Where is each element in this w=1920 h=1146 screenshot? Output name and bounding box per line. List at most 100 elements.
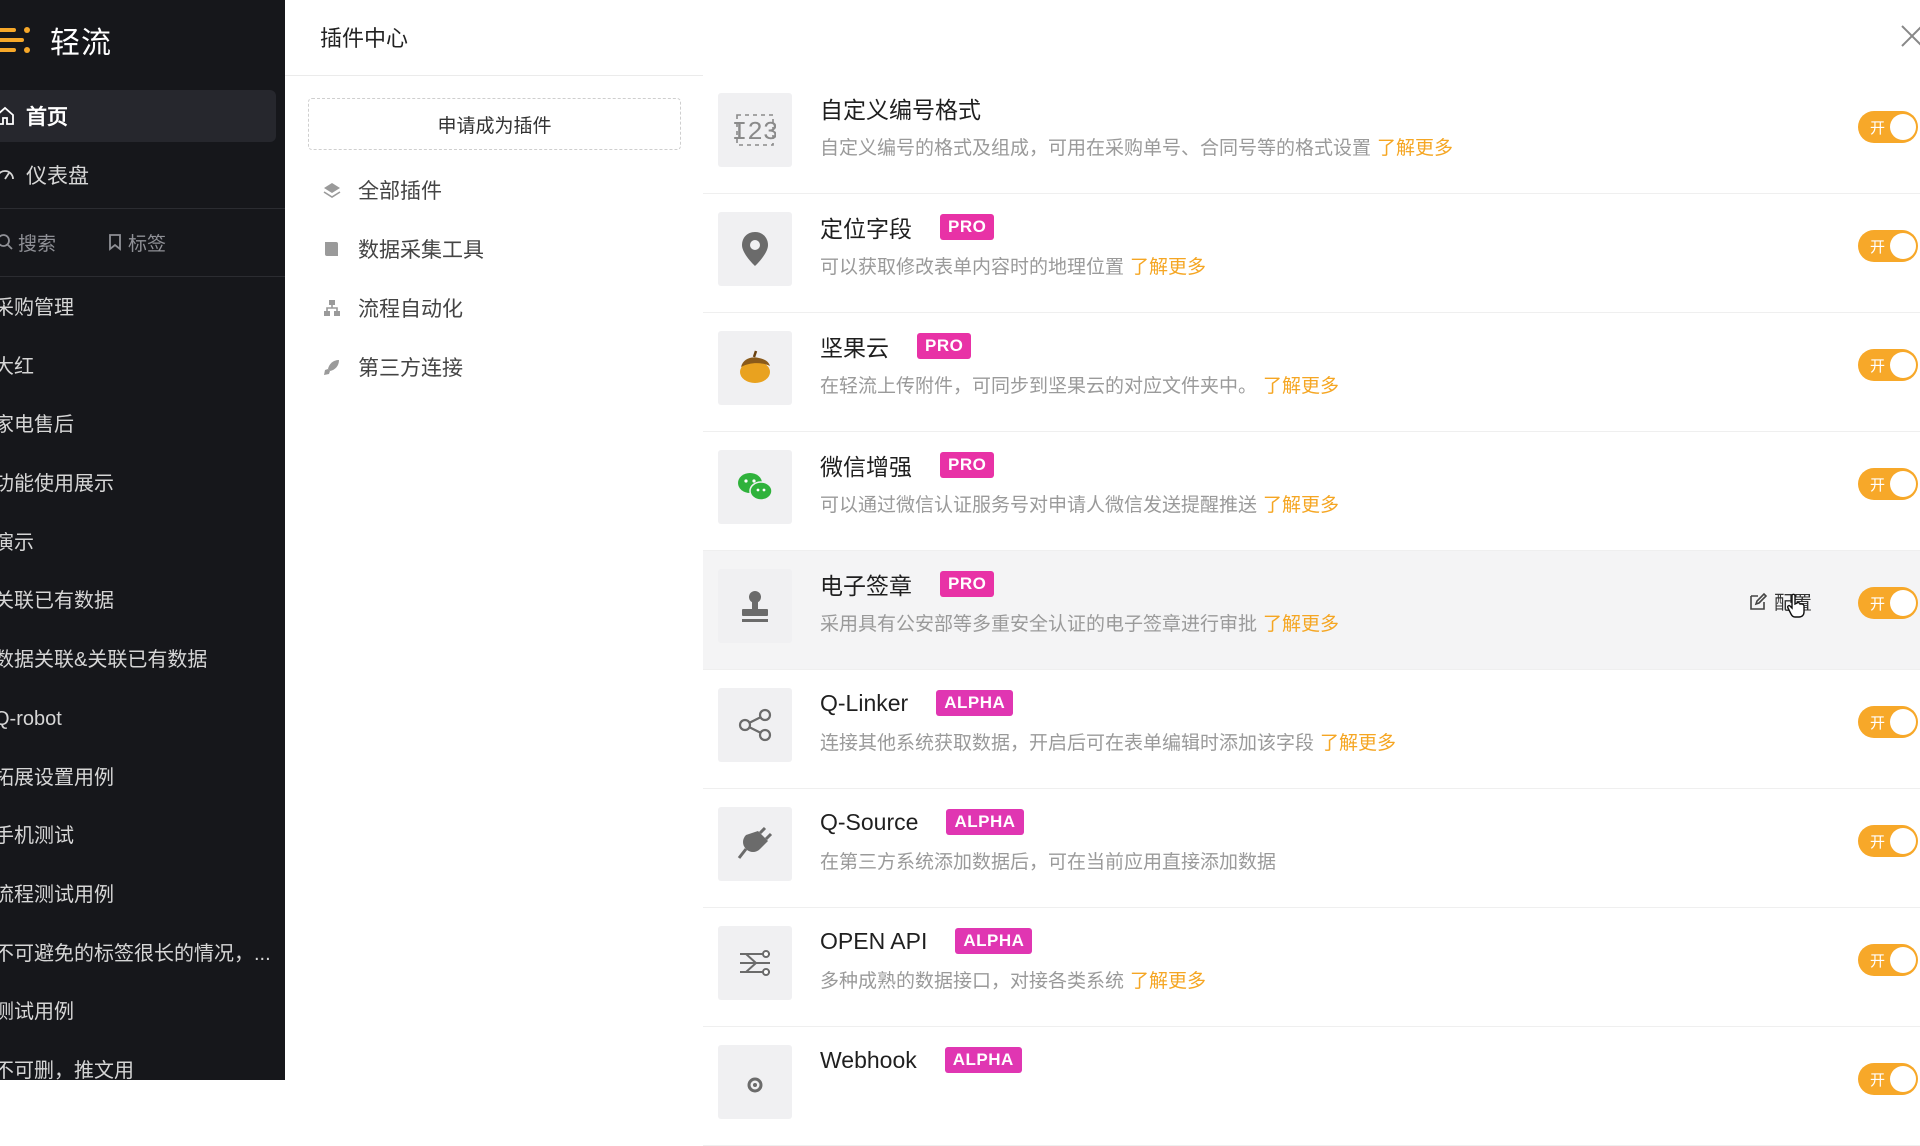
sidebar-app-item[interactable]: 不可删，推文用	[0, 1047, 275, 1080]
category-workflow-automation[interactable]: 流程自动化	[322, 288, 463, 328]
sidebar-app-item[interactable]: 手机测试	[0, 812, 275, 871]
toggle-knob	[1890, 947, 1916, 973]
plugin-row[interactable]: OPEN API ALPHA 多种成熟的数据接口，对接各类系统 了解更多 开	[703, 908, 1920, 1027]
nav-item-home[interactable]: 首页	[0, 90, 276, 142]
brand[interactable]: 轻流	[0, 14, 112, 66]
tag-tool[interactable]: 标签	[106, 229, 166, 256]
wechat-icon	[738, 473, 773, 501]
plugin-toggle[interactable]: 开	[1858, 230, 1918, 262]
plugin-toggle[interactable]: 开	[1858, 706, 1918, 738]
sidebar-app-item[interactable]: 家电售后	[0, 401, 275, 460]
plugin-title-row: Webhook ALPHA	[820, 1044, 1022, 1076]
learn-more-link[interactable]: 了解更多	[1130, 257, 1206, 278]
learn-more-link[interactable]: 了解更多	[1377, 138, 1453, 159]
sidebar: 轻流 首页 仪表盘 搜索 标签 采购管理大红家电售后功能使用展示	[0, 0, 285, 1080]
close-icon[interactable]	[1896, 20, 1920, 52]
app-list: 采购管理大红家电售后功能使用展示演示关联已有数据数据关联&关联已有数据Q-rob…	[0, 284, 285, 1080]
plugin-title-row: Q-Linker ALPHA	[820, 687, 1014, 719]
plugin-row[interactable]: 定位字段 PRO 可以获取修改表单内容时的地理位置 了解更多 开	[703, 194, 1920, 313]
category-data-collection[interactable]: 数据采集工具	[322, 229, 484, 269]
dashboard-icon	[0, 170, 14, 180]
learn-more-link[interactable]: 了解更多	[1263, 376, 1339, 397]
plugin-description: 在第三方系统添加数据后，可在当前应用直接添加数据	[820, 847, 1276, 874]
hand-cursor-icon	[1787, 593, 1805, 618]
plugin-title-row: 电子签章 PRO	[820, 568, 995, 600]
plugin-row[interactable]: I23 自定义编号格式 自定义编号的格式及组成，可用在采购单号、合同号等的格式设置了…	[703, 75, 1920, 194]
webhook-icon	[747, 1077, 763, 1093]
divider	[0, 276, 285, 277]
nut-cloud-icon	[740, 350, 770, 383]
toggle-knob	[1890, 709, 1916, 735]
sidebar-app-item[interactable]: 采购管理	[0, 284, 275, 343]
toggle-knob	[1890, 114, 1916, 140]
plugin-toggle[interactable]: 开	[1858, 111, 1918, 143]
learn-more-link[interactable]: 了解更多	[1263, 495, 1339, 516]
book-icon	[325, 242, 338, 256]
plugin-title-row: OPEN API ALPHA	[820, 925, 1033, 957]
nav-item-dashboard[interactable]: 仪表盘	[0, 149, 276, 201]
toggle-knob	[1890, 828, 1916, 854]
toggle-label: 开	[1870, 358, 1886, 375]
sidebar-app-item[interactable]: 关联已有数据	[0, 577, 275, 636]
plugin-row[interactable]: Q-Linker ALPHA 连接其他系统获取数据，开启后可在表单编辑时添加该字段了…	[703, 670, 1920, 789]
plugin-toggle[interactable]: 开	[1858, 468, 1918, 500]
plugin-description: 可以通过微信认证服务号对申请人微信发送提醒推送 了解更多	[820, 490, 1339, 517]
plugin-name: 坚果云	[820, 335, 889, 361]
plugin-icon-tile	[718, 807, 792, 881]
category-all-plugins[interactable]: 全部插件	[322, 170, 442, 210]
plugin-title-row: 微信增强 PRO	[820, 449, 995, 481]
svg-text:I23: I23	[734, 117, 776, 147]
sidebar-app-item[interactable]: 演示	[0, 519, 275, 578]
toggle-knob	[1890, 233, 1916, 259]
plugin-toggle[interactable]: 开	[1858, 944, 1918, 976]
plugin-name: Webhook	[820, 1046, 917, 1073]
plugin-row[interactable]: 微信增强 PRO 可以通过微信认证服务号对申请人微信发送提醒推送 了解更多 开	[703, 432, 1920, 551]
learn-more-link[interactable]: 了解更多	[1263, 614, 1339, 635]
plugin-title-row: 自定义编号格式	[820, 92, 981, 124]
category-label: 流程自动化	[358, 298, 463, 321]
plugin-badge: PRO	[917, 333, 972, 359]
sidebar-app-item[interactable]: 流程测试用例	[0, 871, 275, 930]
plugin-description-text: 可以获取修改表单内容时的地理位置	[820, 257, 1125, 278]
plugin-toggle[interactable]: 开	[1858, 825, 1918, 857]
divider	[0, 208, 285, 209]
plugin-description-text: 可以通过微信认证服务号对申请人微信发送提醒推送	[820, 495, 1258, 516]
sidebar-app-item[interactable]: 不可避免的标签很长的情况，...	[0, 930, 275, 989]
sidebar-app-item[interactable]: Q-robot	[0, 695, 275, 754]
plugin-row[interactable]: 电子签章PRO采用具有公安部等多重安全认证的电子签章进行审批了解更多配置开	[703, 551, 1920, 670]
rocket-icon	[324, 360, 339, 375]
category-third-party[interactable]: 第三方连接	[322, 347, 463, 387]
plugin-name: Q-Linker	[820, 689, 909, 716]
plugin-icon-tile	[718, 688, 792, 762]
panel-title: 插件中心	[320, 26, 409, 51]
plugin-row[interactable]: Q-Source ALPHA 在第三方系统添加数据后，可在当前应用直接添加数据 开	[703, 789, 1920, 908]
plugin-toggle[interactable]: 开	[1858, 587, 1918, 619]
toggle-knob	[1890, 352, 1916, 378]
bookmark-icon	[109, 234, 121, 251]
sidebar-app-item[interactable]: 功能使用展示	[0, 460, 275, 519]
plugin-badge: ALPHA	[944, 1047, 1022, 1073]
sidebar-app-item[interactable]: 大红	[0, 343, 275, 402]
plugin-name: 定位字段	[820, 216, 912, 242]
learn-more-link[interactable]: 了解更多	[1130, 971, 1206, 992]
learn-more-link[interactable]: 了解更多	[1320, 733, 1396, 754]
plugin-toggle[interactable]: 开	[1858, 349, 1918, 381]
plugin-row[interactable]: Webhook ALPHA 开	[703, 1027, 1920, 1146]
search-label: 搜索	[18, 233, 57, 255]
sidebar-app-item[interactable]: 数据关联&关联已有数据	[0, 636, 275, 695]
plugin-row[interactable]: 坚果云 PRO 在轻流上传附件，可同步到坚果云的对应文件夹中。 了解更多 开	[703, 313, 1920, 432]
plugin-name: 微信增强	[820, 454, 912, 480]
plugin-center-panel: 插件中心 申请成为插件 全部插件 数据采集工具 流程自动化 第三方连接 I23 …	[285, 0, 1920, 1146]
plugin-description-text: 采用具有公安部等多重安全认证的电子签章进行审批	[820, 614, 1258, 635]
apply-plugin-button[interactable]: 申请成为插件	[308, 98, 681, 150]
sidebar-app-item[interactable]: 测试用例	[0, 988, 275, 1047]
toggle-label: 开	[1870, 953, 1886, 970]
location-pin-icon	[742, 232, 768, 266]
plugin-badge: PRO	[940, 571, 995, 597]
search-tool[interactable]: 搜索	[0, 229, 56, 256]
plugin-description-text: 多种成熟的数据接口，对接各类系统	[820, 971, 1125, 992]
plugin-badge: ALPHA	[946, 809, 1024, 835]
plugin-badge: PRO	[940, 452, 995, 478]
sidebar-app-item[interactable]: 拓展设置用例	[0, 754, 275, 813]
plugin-toggle[interactable]: 开	[1858, 1063, 1918, 1095]
